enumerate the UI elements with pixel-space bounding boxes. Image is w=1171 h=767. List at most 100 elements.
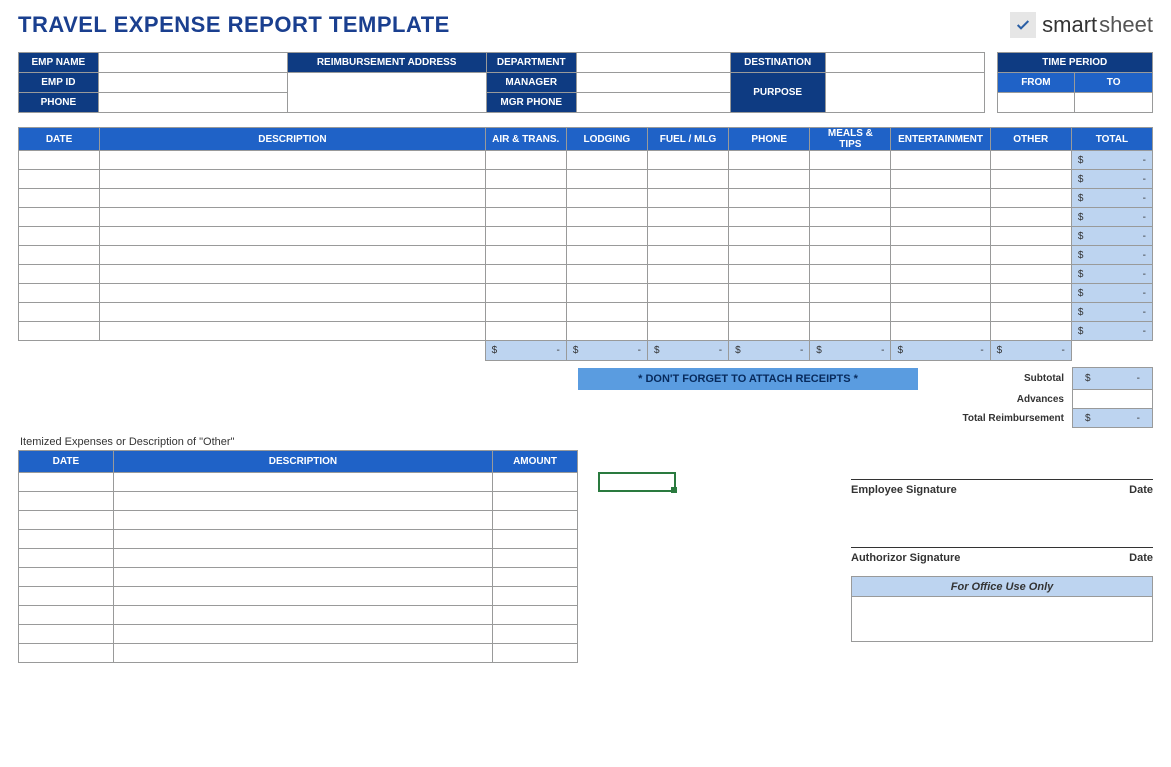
expense-cell-desc[interactable] <box>100 265 486 284</box>
expense-cell-ph[interactable] <box>729 322 810 341</box>
expense-cell-ent[interactable] <box>891 322 990 341</box>
expense-cell-meals[interactable] <box>810 303 891 322</box>
mgrphone-field[interactable] <box>576 93 730 113</box>
expense-cell-fuel[interactable] <box>647 246 728 265</box>
itemized-cell-date[interactable] <box>19 625 114 644</box>
expense-cell-fuel[interactable] <box>647 208 728 227</box>
expense-cell-air[interactable] <box>485 208 566 227</box>
expense-cell-ph[interactable] <box>729 227 810 246</box>
expense-cell-desc[interactable] <box>100 303 486 322</box>
itemized-cell-desc[interactable] <box>113 625 492 644</box>
dept-field[interactable] <box>576 53 730 73</box>
emp-id-field[interactable] <box>98 73 287 93</box>
expense-cell-ph[interactable] <box>729 170 810 189</box>
selected-cell[interactable] <box>598 472 676 492</box>
itemized-cell-amount[interactable] <box>493 587 578 606</box>
from-field[interactable] <box>997 93 1075 113</box>
expense-cell-meals[interactable] <box>810 208 891 227</box>
expense-cell-desc[interactable] <box>100 284 486 303</box>
expense-cell-air[interactable] <box>485 284 566 303</box>
expense-cell-ph[interactable] <box>729 208 810 227</box>
auth-signature-line[interactable] <box>851 518 1153 548</box>
expense-cell-desc[interactable] <box>100 151 486 170</box>
expense-cell-lodg[interactable] <box>566 284 647 303</box>
expense-cell-date[interactable] <box>19 284 100 303</box>
expense-cell-air[interactable] <box>485 303 566 322</box>
itemized-cell-desc[interactable] <box>113 644 492 663</box>
expense-cell-other[interactable] <box>990 170 1071 189</box>
expense-cell-fuel[interactable] <box>647 151 728 170</box>
expense-cell-other[interactable] <box>990 189 1071 208</box>
itemized-cell-amount[interactable] <box>493 549 578 568</box>
expense-cell-desc[interactable] <box>100 189 486 208</box>
office-use-body[interactable] <box>852 597 1152 641</box>
expense-cell-ent[interactable] <box>891 151 990 170</box>
itemized-cell-date[interactable] <box>19 530 114 549</box>
expense-cell-other[interactable] <box>990 284 1071 303</box>
expense-cell-fuel[interactable] <box>647 322 728 341</box>
expense-cell-ent[interactable] <box>891 246 990 265</box>
expense-cell-fuel[interactable] <box>647 189 728 208</box>
expense-cell-desc[interactable] <box>100 227 486 246</box>
expense-cell-date[interactable] <box>19 151 100 170</box>
expense-cell-other[interactable] <box>990 303 1071 322</box>
emp-name-field[interactable] <box>98 53 287 73</box>
itemized-cell-desc[interactable] <box>113 568 492 587</box>
expense-cell-lodg[interactable] <box>566 265 647 284</box>
expense-cell-meals[interactable] <box>810 322 891 341</box>
expense-cell-date[interactable] <box>19 227 100 246</box>
purpose-field[interactable] <box>825 73 984 113</box>
advances-value[interactable] <box>1073 390 1153 409</box>
expense-cell-meals[interactable] <box>810 265 891 284</box>
expense-cell-fuel[interactable] <box>647 227 728 246</box>
itemized-cell-amount[interactable] <box>493 473 578 492</box>
expense-cell-other[interactable] <box>990 151 1071 170</box>
itemized-cell-amount[interactable] <box>493 530 578 549</box>
expense-cell-ph[interactable] <box>729 303 810 322</box>
to-field[interactable] <box>1075 93 1153 113</box>
expense-cell-other[interactable] <box>990 265 1071 284</box>
itemized-cell-desc[interactable] <box>113 530 492 549</box>
expense-cell-other[interactable] <box>990 227 1071 246</box>
expense-cell-air[interactable] <box>485 322 566 341</box>
dest-field[interactable] <box>825 53 984 73</box>
expense-cell-meals[interactable] <box>810 227 891 246</box>
phone-field[interactable] <box>98 93 287 113</box>
itemized-cell-date[interactable] <box>19 549 114 568</box>
expense-cell-ph[interactable] <box>729 151 810 170</box>
expense-cell-ent[interactable] <box>891 303 990 322</box>
itemized-cell-date[interactable] <box>19 587 114 606</box>
expense-cell-date[interactable] <box>19 246 100 265</box>
expense-cell-meals[interactable] <box>810 170 891 189</box>
expense-cell-air[interactable] <box>485 265 566 284</box>
expense-cell-date[interactable] <box>19 208 100 227</box>
itemized-cell-amount[interactable] <box>493 511 578 530</box>
expense-cell-desc[interactable] <box>100 170 486 189</box>
itemized-cell-desc[interactable] <box>113 473 492 492</box>
expense-cell-ent[interactable] <box>891 227 990 246</box>
itemized-cell-desc[interactable] <box>113 587 492 606</box>
expense-cell-lodg[interactable] <box>566 322 647 341</box>
expense-cell-meals[interactable] <box>810 151 891 170</box>
itemized-cell-date[interactable] <box>19 644 114 663</box>
expense-cell-desc[interactable] <box>100 208 486 227</box>
expense-cell-date[interactable] <box>19 170 100 189</box>
expense-cell-other[interactable] <box>990 208 1071 227</box>
expense-cell-fuel[interactable] <box>647 284 728 303</box>
expense-cell-date[interactable] <box>19 303 100 322</box>
expense-cell-meals[interactable] <box>810 246 891 265</box>
expense-cell-air[interactable] <box>485 227 566 246</box>
itemized-cell-desc[interactable] <box>113 492 492 511</box>
expense-cell-ent[interactable] <box>891 284 990 303</box>
itemized-cell-date[interactable] <box>19 606 114 625</box>
expense-cell-lodg[interactable] <box>566 189 647 208</box>
expense-cell-lodg[interactable] <box>566 151 647 170</box>
expense-cell-ent[interactable] <box>891 170 990 189</box>
expense-cell-date[interactable] <box>19 265 100 284</box>
itemized-cell-date[interactable] <box>19 492 114 511</box>
expense-cell-ph[interactable] <box>729 265 810 284</box>
expense-cell-fuel[interactable] <box>647 170 728 189</box>
expense-cell-fuel[interactable] <box>647 303 728 322</box>
itemized-cell-amount[interactable] <box>493 606 578 625</box>
itemized-cell-amount[interactable] <box>493 568 578 587</box>
